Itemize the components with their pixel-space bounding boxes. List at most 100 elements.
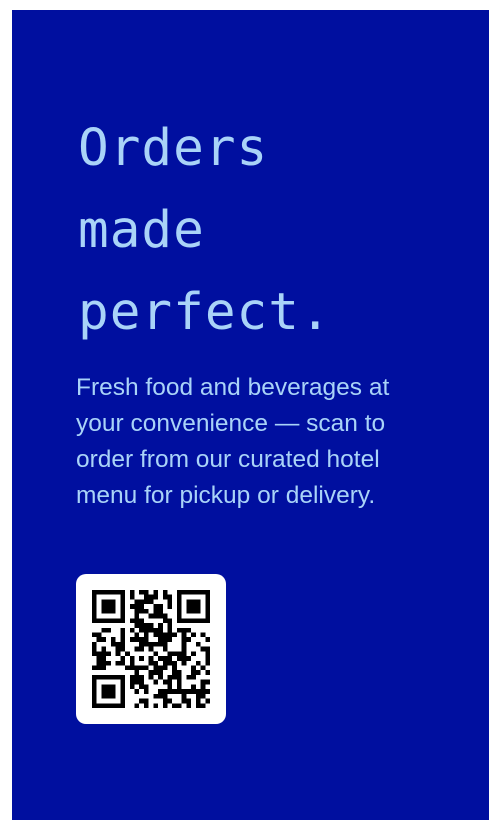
qr-module bbox=[101, 637, 107, 642]
qr-module bbox=[101, 646, 107, 652]
qr-module bbox=[181, 689, 187, 694]
qr-module bbox=[200, 618, 206, 624]
qr-module bbox=[181, 656, 187, 661]
qr-module bbox=[139, 637, 144, 642]
qr-code-card[interactable] bbox=[76, 574, 226, 724]
qr-module bbox=[92, 693, 97, 699]
qr-module bbox=[101, 599, 107, 605]
qr-code-icon bbox=[92, 590, 210, 708]
qr-module bbox=[134, 689, 140, 694]
qr-module bbox=[120, 689, 126, 694]
qr-module bbox=[101, 674, 107, 680]
qr-module bbox=[176, 590, 182, 595]
qr-module bbox=[162, 613, 168, 619]
qr-module bbox=[110, 674, 116, 680]
qr-module bbox=[106, 674, 111, 680]
qr-module bbox=[167, 689, 173, 694]
qr-module bbox=[115, 641, 121, 647]
qr-module bbox=[172, 660, 177, 666]
qr-module bbox=[153, 703, 159, 708]
qr-module bbox=[181, 660, 187, 666]
qr-module bbox=[148, 656, 154, 661]
qr-module bbox=[106, 689, 111, 694]
qr-module bbox=[181, 693, 187, 699]
qr-module bbox=[181, 637, 187, 642]
qr-module bbox=[110, 703, 116, 708]
qr-module bbox=[101, 604, 107, 609]
qr-module bbox=[205, 689, 210, 694]
qr-module bbox=[115, 618, 121, 624]
qr-module bbox=[158, 656, 163, 661]
qr-module bbox=[139, 618, 144, 624]
qr-module bbox=[191, 689, 196, 694]
qr-module bbox=[129, 660, 135, 666]
poster-panel: Orders made perfect. Fresh food and beve… bbox=[12, 10, 489, 820]
qr-module bbox=[129, 679, 135, 685]
description-line: menu for pickup or delivery. bbox=[76, 482, 376, 509]
qr-module bbox=[120, 604, 126, 609]
qr-module bbox=[129, 665, 135, 671]
qr-module bbox=[92, 689, 97, 694]
qr-module bbox=[101, 703, 107, 708]
qr-module bbox=[176, 618, 182, 624]
qr-module bbox=[106, 627, 111, 633]
qr-module bbox=[96, 632, 102, 638]
qr-module bbox=[162, 665, 168, 671]
qr-module bbox=[172, 689, 177, 694]
qr-module bbox=[153, 693, 159, 699]
qr-module bbox=[200, 665, 206, 671]
qr-module bbox=[186, 627, 192, 633]
qr-module bbox=[120, 632, 126, 638]
qr-module bbox=[96, 665, 102, 671]
qr-module bbox=[195, 618, 201, 624]
qr-module bbox=[120, 599, 126, 605]
qr-module bbox=[205, 604, 210, 609]
qr-module bbox=[129, 594, 135, 600]
qr-module bbox=[162, 646, 168, 652]
qr-module bbox=[110, 618, 116, 624]
qr-module bbox=[134, 613, 140, 619]
qr-module bbox=[162, 590, 168, 595]
qr-module bbox=[158, 674, 163, 680]
qr-module bbox=[92, 604, 97, 609]
qr-module bbox=[120, 618, 126, 624]
qr-module bbox=[158, 604, 163, 609]
qr-module bbox=[148, 674, 154, 680]
qr-module bbox=[195, 693, 201, 699]
qr-module bbox=[176, 674, 182, 680]
qr-module bbox=[143, 637, 149, 642]
qr-module bbox=[191, 632, 196, 638]
qr-module bbox=[181, 627, 187, 633]
qr-module bbox=[92, 613, 97, 619]
qr-module bbox=[181, 590, 187, 595]
qr-module bbox=[191, 599, 196, 605]
qr-module bbox=[191, 608, 196, 614]
qr-module bbox=[110, 641, 116, 647]
qr-module bbox=[167, 594, 173, 600]
qr-module bbox=[153, 651, 159, 657]
qr-module bbox=[176, 594, 182, 600]
qr-module bbox=[120, 698, 126, 704]
qr-module bbox=[200, 703, 206, 708]
qr-module bbox=[92, 665, 97, 671]
qr-module bbox=[129, 604, 135, 609]
qr-module bbox=[120, 608, 126, 614]
qr-module bbox=[195, 590, 201, 595]
qr-module bbox=[96, 703, 102, 708]
qr-module bbox=[110, 608, 116, 614]
qr-module bbox=[134, 632, 140, 638]
qr-module bbox=[120, 660, 126, 666]
qr-module bbox=[191, 604, 196, 609]
qr-module bbox=[125, 665, 130, 671]
qr-module bbox=[110, 590, 116, 595]
qr-module bbox=[129, 627, 135, 633]
qr-module bbox=[200, 689, 206, 694]
qr-module bbox=[167, 656, 173, 661]
description-line: your convenience — scan to bbox=[76, 410, 386, 437]
qr-module bbox=[205, 651, 210, 657]
qr-module bbox=[167, 623, 173, 628]
qr-module bbox=[195, 698, 201, 704]
qr-module bbox=[186, 698, 192, 704]
qr-module bbox=[139, 623, 144, 628]
qr-module bbox=[176, 670, 182, 675]
